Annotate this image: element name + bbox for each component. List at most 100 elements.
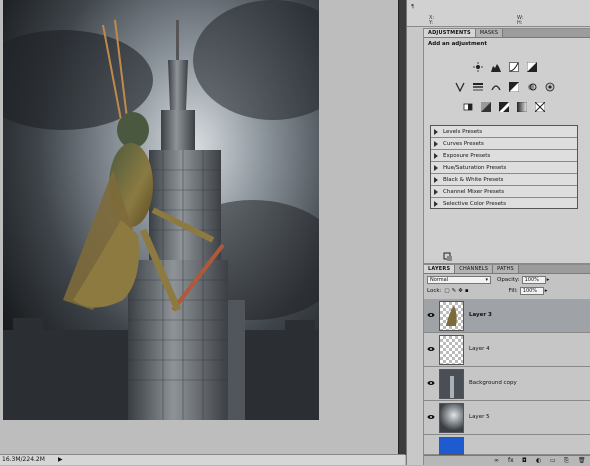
eye-icon[interactable] <box>427 345 435 353</box>
fill-input[interactable]: 100% <box>519 286 544 295</box>
blend-opacity-row: Normal ▾ Opacity: 100% ▸ <box>424 274 590 285</box>
status-bar: 16.3M/224.2M ▶ <box>0 454 405 465</box>
blend-mode-select[interactable]: Normal ▾ <box>427 275 491 284</box>
preset-channel-mixer[interactable]: Channel Mixer Presets <box>431 186 577 198</box>
curves-icon[interactable] <box>508 61 520 73</box>
layer-name[interactable]: Layer 5 <box>469 414 490 420</box>
right-arrow-icon[interactable]: ▶ <box>58 456 63 463</box>
layer-row-partial[interactable] <box>424 435 590 455</box>
group-icon[interactable]: ▭ <box>550 457 556 464</box>
layer-row-layer-5[interactable]: Layer 5 <box>424 401 590 435</box>
preset-label: Curves Presets <box>443 140 484 147</box>
layers-list: Layer 3 Layer 4 Background copy Layer 5 <box>424 299 590 455</box>
expand-triangle-icon[interactable] <box>434 140 438 147</box>
gradient-map-icon[interactable] <box>516 101 528 113</box>
preset-hue-saturation[interactable]: Hue/Saturation Presets <box>431 162 577 174</box>
expand-triangle-icon[interactable] <box>434 128 438 135</box>
layer-thumbnail <box>439 301 464 331</box>
document-canvas-area[interactable] <box>0 0 405 455</box>
preset-label: Levels Presets <box>443 128 483 135</box>
mask-icon[interactable]: ◘ <box>522 457 527 464</box>
tab-channels[interactable]: CHANNELS <box>455 265 494 273</box>
chevron-down-icon: ▾ <box>485 276 488 283</box>
expand-triangle-icon[interactable] <box>434 188 438 195</box>
info-h-label: H: <box>517 20 523 26</box>
blend-mode-value: Normal <box>430 276 449 283</box>
posterize-icon[interactable] <box>480 101 492 113</box>
preset-black-white[interactable]: Black & White Presets <box>431 174 577 186</box>
layer-row-layer-4[interactable]: Layer 4 <box>424 333 590 367</box>
fill-label: Fill: <box>508 287 518 294</box>
layers-tab-bar: LAYERS CHANNELS PATHS <box>424 265 590 274</box>
hue-saturation-icon[interactable] <box>472 81 484 93</box>
preset-label: Black & White Presets <box>443 176 504 183</box>
black-white-icon[interactable] <box>508 81 520 93</box>
adjustments-tab-bar: ADJUSTMENTS MASKS <box>424 29 590 38</box>
tab-layers[interactable]: LAYERS <box>424 265 456 273</box>
layers-footer: ∞ fx ◘ ◐ ▭ ⎘ 🗑 <box>424 455 590 466</box>
channel-mixer-icon[interactable] <box>544 81 556 93</box>
expand-triangle-icon[interactable] <box>434 176 438 183</box>
preset-label: Channel Mixer Presets <box>443 188 505 195</box>
fill-slider-arrow-icon[interactable]: ▸ <box>545 288 548 294</box>
info-panel: ¶ X: Y: W: H: <box>407 0 590 27</box>
lock-image-icon[interactable]: ✎ <box>452 288 457 294</box>
lock-transparency-icon[interactable]: ▢ <box>444 288 449 294</box>
layer-thumbnail <box>439 403 464 433</box>
lock-all-icon[interactable]: ▪ <box>465 288 469 294</box>
preset-selective-color[interactable]: Selective Color Presets <box>431 198 577 210</box>
vibrance-icon[interactable] <box>454 81 466 93</box>
opacity-input[interactable]: 100% <box>521 275 546 284</box>
panel-dock: ¶ X: Y: W: H: ADJUSTMENTS MASKS Add an a… <box>406 0 590 466</box>
preset-label: Hue/Saturation Presets <box>443 164 507 171</box>
tools-strip[interactable] <box>398 0 406 455</box>
invert-icon[interactable] <box>462 101 474 113</box>
tab-adjustments[interactable]: ADJUSTMENTS <box>424 29 476 37</box>
new-layer-icon[interactable]: ⎘ <box>564 457 569 465</box>
photo-filter-icon[interactable] <box>526 81 538 93</box>
lock-position-icon[interactable]: ✥ <box>458 288 463 294</box>
clip-to-layer-icon[interactable] <box>442 251 454 263</box>
fx-icon[interactable]: fx <box>508 457 514 464</box>
exposure-icon[interactable] <box>526 61 538 73</box>
threshold-icon[interactable] <box>498 101 510 113</box>
expand-triangle-icon[interactable] <box>434 201 438 207</box>
expand-triangle-icon[interactable] <box>434 152 438 159</box>
preset-label: Selective Color Presets <box>443 201 507 207</box>
tab-paths[interactable]: PATHS <box>493 265 519 273</box>
brightness-icon[interactable] <box>472 61 484 73</box>
eye-icon[interactable] <box>427 311 435 319</box>
link-icon[interactable]: ∞ <box>494 457 499 464</box>
opacity-slider-arrow-icon[interactable]: ▸ <box>547 277 550 283</box>
adjustment-layer-icon[interactable]: ◐ <box>536 457 541 464</box>
document-size-readout: 16.3M/224.2M <box>2 456 45 463</box>
layer-row-background-copy[interactable]: Background copy <box>424 367 590 401</box>
lock-label: Lock: <box>427 287 442 294</box>
levels-icon[interactable] <box>490 61 502 73</box>
artwork-image[interactable] <box>3 0 319 420</box>
info-pin-icon: ¶ <box>411 4 415 10</box>
grasshopper-empire-state-image <box>3 0 319 420</box>
eye-icon[interactable] <box>427 413 435 421</box>
layer-name[interactable]: Layer 3 <box>469 312 492 318</box>
adjustments-heading: Add an adjustment <box>428 41 487 47</box>
info-y-label: Y: <box>429 20 434 26</box>
adjustments-panel: ADJUSTMENTS MASKS Add an adjustment Leve… <box>423 28 590 264</box>
preset-exposure[interactable]: Exposure Presets <box>431 150 577 162</box>
color-balance-icon[interactable] <box>490 81 502 93</box>
trash-icon[interactable]: 🗑 <box>578 457 586 464</box>
expand-triangle-icon[interactable] <box>434 164 438 171</box>
layer-name[interactable]: Background copy <box>469 380 517 386</box>
layer-row-layer-3[interactable]: Layer 3 <box>424 299 590 333</box>
opacity-value: 100% <box>524 276 539 283</box>
eye-icon[interactable] <box>427 379 435 387</box>
preset-levels[interactable]: Levels Presets <box>431 126 577 138</box>
adjustment-presets-list: Levels Presets Curves Presets Exposure P… <box>430 125 578 209</box>
selective-color-icon[interactable] <box>534 101 546 113</box>
layers-panel: LAYERS CHANNELS PATHS Normal ▾ Opacity: 1… <box>423 264 590 466</box>
layer-thumbnail <box>439 369 464 399</box>
layer-thumbnail <box>439 335 464 365</box>
layer-name[interactable]: Layer 4 <box>469 346 490 352</box>
preset-curves[interactable]: Curves Presets <box>431 138 577 150</box>
tab-masks[interactable]: MASKS <box>475 29 504 37</box>
